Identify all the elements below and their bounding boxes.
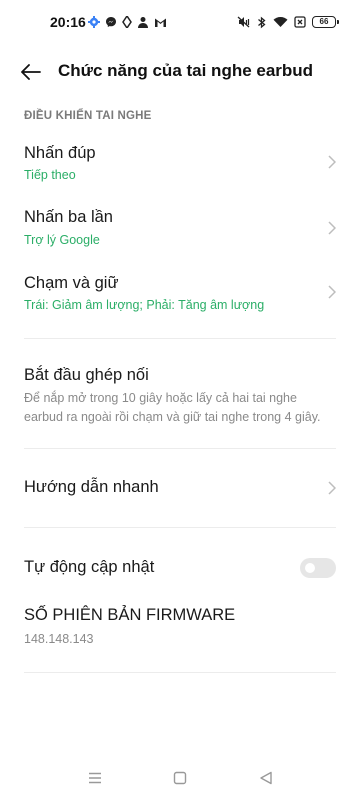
chevron-right-icon (326, 220, 338, 236)
back-button[interactable] (18, 59, 44, 85)
person-icon (137, 16, 149, 28)
quick-guide-row[interactable]: Hướng dẫn nhanh (0, 470, 360, 506)
status-time: 20:16 (50, 14, 86, 30)
setting-value: Trái: Giảm âm lượng; Phải: Tăng âm lượng (24, 298, 265, 312)
section-header: ĐIỀU KHIỂN TAI NGHE (24, 110, 152, 122)
home-button[interactable] (167, 768, 193, 788)
settings-icon (88, 16, 100, 28)
setting-row-triple-tap[interactable]: Nhấn ba lần Trợ lý Google (0, 200, 360, 256)
location-icon (122, 16, 132, 28)
notification-icons (88, 13, 167, 31)
no-sim-icon (294, 16, 306, 28)
divider (24, 448, 336, 449)
mute-vibrate-icon (237, 16, 251, 28)
page-title: Chức năng của tai nghe earbud (58, 61, 314, 80)
chevron-right-icon (326, 154, 338, 170)
divider (24, 338, 336, 339)
gmail-icon (154, 17, 167, 28)
setting-title: Chạm và giữ (24, 274, 119, 292)
menu-icon (88, 772, 102, 784)
setting-title: Nhấn ba lần (24, 208, 113, 226)
toggle-knob (305, 563, 315, 573)
chevron-right-icon (326, 480, 338, 496)
auto-update-toggle[interactable] (300, 558, 336, 578)
pairing-description: Để nắp mở trong 10 giây hoặc lấy cả hai … (24, 391, 321, 424)
chevron-right-icon (326, 284, 338, 300)
divider (24, 672, 336, 673)
square-icon (173, 771, 187, 785)
status-bar: 20:16 66 (0, 0, 360, 44)
system-icons: 66 (237, 13, 339, 31)
setting-title: Nhấn đúp (24, 144, 96, 162)
divider (24, 527, 336, 528)
pairing-title: Bắt đầu ghép nối (24, 366, 149, 384)
firmware-version: 148.148.143 (24, 632, 94, 646)
app-header: Chức năng của tai nghe earbud (0, 50, 360, 94)
setting-value: Tiếp theo (24, 168, 76, 182)
start-pairing-row[interactable]: Bắt đầu ghép nối Để nắp mở trong 10 giây… (0, 358, 360, 430)
back-nav-button[interactable] (253, 768, 279, 788)
system-nav-bar (0, 760, 360, 800)
auto-update-title: Tự động cập nhật (24, 558, 155, 576)
triangle-back-icon (259, 771, 273, 785)
quick-guide-title: Hướng dẫn nhanh (24, 478, 159, 496)
setting-value: Trợ lý Google (24, 233, 100, 247)
recent-apps-button[interactable] (82, 768, 108, 788)
firmware-title: SỐ PHIÊN BẢN FIRMWARE (24, 606, 236, 624)
bluetooth-icon (257, 16, 267, 29)
setting-row-touch-hold[interactable]: Chạm và giữ Trái: Giảm âm lượng; Phải: T… (0, 266, 360, 322)
setting-row-double-tap[interactable]: Nhấn đúp Tiếp theo (0, 136, 360, 192)
battery-icon: 66 (312, 16, 339, 28)
arrow-left-icon (21, 64, 41, 80)
auto-update-row[interactable]: Tự động cập nhật (0, 550, 360, 586)
messenger-icon (105, 16, 117, 28)
wifi-icon (273, 16, 288, 28)
